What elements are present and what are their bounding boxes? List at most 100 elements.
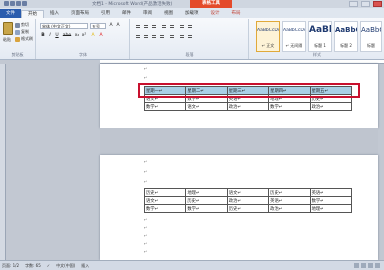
bold-button[interactable]: B: [40, 33, 46, 39]
table-cell[interactable]: 英语↵: [268, 196, 311, 205]
styles-group: AaBbCcDd ↵ 正文 AaBbCcDd ↵ 无间隔 AaBl 标题 1 A…: [250, 19, 384, 59]
tab-view[interactable]: 视图: [158, 10, 179, 18]
full-screen-icon[interactable]: [361, 263, 366, 268]
subscript-button[interactable]: x₂: [74, 33, 80, 39]
paragraph-mark: ↵: [144, 249, 148, 254]
paste-icon[interactable]: [3, 22, 13, 35]
scissors-icon: [15, 22, 20, 28]
web-layout-icon[interactable]: [368, 263, 373, 268]
document-page-1[interactable]: ↵ ↵ 星期一↵ 星期二↵ 星期三↵ 星期四↵ 星期五↵ 语文↵ 数学↵ 英语↵…: [100, 64, 378, 128]
outline-icon[interactable]: [375, 263, 380, 268]
page-count[interactable]: 页面: 1/2: [2, 263, 19, 269]
spellcheck-icon[interactable]: ✓: [47, 263, 50, 268]
table-cell[interactable]: 数学↵: [143, 102, 187, 111]
tab-mailings[interactable]: 邮件: [116, 10, 137, 18]
table-cell[interactable]: 语文↵: [185, 102, 228, 111]
numbering-icon[interactable]: [143, 23, 149, 28]
style-title[interactable]: AaBbC 标题: [360, 21, 382, 52]
copy-button[interactable]: 复制: [15, 29, 29, 35]
table-cell[interactable]: 地理↵: [185, 188, 228, 197]
bullets-icon[interactable]: [135, 23, 141, 28]
table-cell[interactable]: 政治↵: [226, 196, 270, 205]
strikethrough-button[interactable]: abe: [62, 33, 72, 39]
line-spacing-icon[interactable]: [169, 33, 175, 38]
undo-icon[interactable]: [16, 1, 21, 6]
style-heading-1-name: 标题 1: [314, 43, 326, 48]
sort-icon[interactable]: [179, 23, 185, 28]
style-heading-1-preview: AaBl: [309, 25, 331, 35]
print-layout-icon[interactable]: [354, 263, 359, 268]
table-cell[interactable]: 英语↵: [309, 188, 353, 197]
document-page-2[interactable]: ↵ ↵ ↵ 历史↵ 地理↵ 语文↵ 历史↵ 英语↵ 语文↵ 历史↵ 政治↵ 英语…: [100, 155, 378, 260]
tab-references[interactable]: 引用: [95, 10, 116, 18]
timetable-2[interactable]: 历史↵ 地理↵ 语文↵ 历史↵ 英语↵ 语文↵ 历史↵ 政治↵ 英语↵ 数学↵ …: [143, 188, 353, 213]
tab-home[interactable]: 开始: [21, 10, 44, 18]
table-cell[interactable]: 数学↵: [185, 204, 228, 213]
shrink-font-icon[interactable]: A: [115, 23, 121, 29]
minimize-button[interactable]: [349, 1, 358, 7]
justify-icon[interactable]: [159, 33, 165, 38]
cut-button[interactable]: 剪切: [15, 22, 29, 28]
highlight-color-button[interactable]: A: [90, 33, 96, 39]
table-cell[interactable]: 政治↵: [226, 102, 270, 111]
font-color-button[interactable]: A: [98, 33, 104, 39]
align-center-icon[interactable]: [143, 33, 149, 38]
format-painter-button[interactable]: 格式刷: [15, 36, 33, 42]
vertical-ruler[interactable]: [0, 64, 6, 260]
align-right-icon[interactable]: [151, 33, 157, 38]
tab-page-layout[interactable]: 页面布局: [65, 10, 95, 18]
style-heading-2[interactable]: AaBbC 标题 2: [334, 21, 358, 52]
maximize-button[interactable]: [361, 1, 370, 7]
table-cell[interactable]: 语文↵: [143, 196, 187, 205]
tab-design[interactable]: 设计: [205, 10, 226, 18]
borders-icon[interactable]: [187, 33, 193, 38]
table-cell[interactable]: 政治↵: [268, 204, 311, 213]
context-tools-label: 表格工具: [190, 0, 232, 8]
word-count[interactable]: 字数: 65: [25, 263, 41, 269]
tab-insert[interactable]: 插入: [44, 10, 65, 18]
table-cell[interactable]: 历史↵: [268, 188, 311, 197]
table-cell[interactable]: 语文↵: [226, 188, 270, 197]
font-name-select[interactable]: 宋体 (中文正文): [40, 23, 88, 29]
table-cell[interactable]: 历史↵: [185, 196, 228, 205]
tab-addins[interactable]: 加载项: [179, 10, 205, 18]
shading-icon[interactable]: [179, 33, 185, 38]
increase-indent-icon[interactable]: [169, 23, 175, 28]
style-heading-2-preview: AaBbC: [335, 26, 357, 34]
insert-mode[interactable]: 插入: [81, 263, 89, 269]
table-cell[interactable]: 数学↵: [268, 102, 311, 111]
table-row: 数学↵ 语文↵ 政治↵ 数学↵ 政治↵: [143, 102, 353, 111]
style-normal[interactable]: AaBbCcDd ↵ 正文: [256, 21, 280, 52]
paragraph-mark: ↵: [144, 75, 148, 80]
paragraph-mark: ↵: [144, 66, 148, 71]
paragraph-group: 段落: [131, 19, 249, 59]
multilevel-list-icon[interactable]: [151, 23, 157, 28]
tab-review[interactable]: 审阅: [137, 10, 158, 18]
underline-button[interactable]: U: [54, 33, 60, 39]
quick-access-toolbar: [4, 1, 32, 7]
style-normal-preview: AaBbCcDd: [257, 28, 279, 33]
grow-font-icon[interactable]: A: [108, 23, 114, 29]
tab-file[interactable]: 文件: [0, 9, 21, 18]
tab-layout[interactable]: 布局: [226, 10, 247, 18]
align-left-icon[interactable]: [135, 33, 141, 38]
format-painter-label: 格式刷: [21, 36, 33, 41]
table-cell[interactable]: 政治↵: [309, 102, 353, 111]
style-heading-1[interactable]: AaBl 标题 1: [308, 21, 332, 52]
table-cell[interactable]: 历史↵: [226, 204, 270, 213]
paste-button[interactable]: 粘贴: [3, 37, 11, 43]
table-cell[interactable]: 地理↵: [309, 204, 353, 213]
italic-button[interactable]: I: [47, 33, 53, 39]
table-cell[interactable]: 数学↵: [309, 196, 353, 205]
show-marks-icon[interactable]: [187, 23, 193, 28]
table-cell[interactable]: 数学↵: [143, 204, 187, 213]
save-icon[interactable]: [10, 1, 15, 6]
font-size-select[interactable]: 五号: [90, 23, 106, 29]
redo-icon[interactable]: [22, 1, 27, 6]
language-indicator[interactable]: 中文(中国): [56, 263, 75, 269]
close-button[interactable]: [373, 1, 382, 7]
decrease-indent-icon[interactable]: [161, 23, 167, 28]
style-no-spacing[interactable]: AaBbCcDd ↵ 无间隔: [282, 21, 306, 52]
superscript-button[interactable]: x²: [81, 33, 87, 39]
table-cell[interactable]: 历史↵: [143, 188, 187, 197]
